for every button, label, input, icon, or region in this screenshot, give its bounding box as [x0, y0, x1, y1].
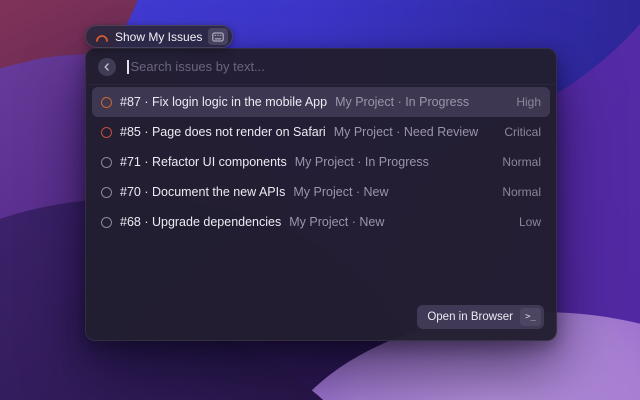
chevron-left-icon	[102, 62, 112, 72]
search-input[interactable]	[129, 59, 545, 74]
issue-title: #70 · Document the new APIs	[120, 185, 285, 199]
back-button[interactable]	[98, 58, 116, 76]
open-in-browser-button[interactable]: Open in Browser >_	[417, 305, 544, 329]
issues-list: #87 · Fix login logic in the mobile App M…	[86, 85, 556, 237]
issue-priority: Normal	[502, 185, 541, 199]
issue-meta: My Project · In Progress	[295, 155, 429, 169]
issues-panel: #87 · Fix login logic in the mobile App M…	[85, 48, 557, 341]
issue-title: #85 · Page does not render on Safari	[120, 125, 326, 139]
issue-row[interactable]: #87 · Fix login logic in the mobile App M…	[92, 87, 550, 117]
arc-logo-icon	[95, 30, 109, 43]
show-my-issues-pill[interactable]: Show My Issues	[85, 25, 233, 48]
issue-row[interactable]: #71 · Refactor UI components My Project ·…	[92, 147, 550, 177]
open-in-browser-label: Open in Browser	[427, 311, 513, 323]
issue-title: #87 · Fix login logic in the mobile App	[120, 95, 327, 109]
issue-title: #71 · Refactor UI components	[120, 155, 287, 169]
issue-priority: Critical	[504, 125, 541, 139]
issue-meta: My Project · In Progress	[335, 95, 469, 109]
issue-status-icon	[101, 97, 112, 108]
issue-meta: My Project · Need Review	[334, 125, 479, 139]
issue-meta: My Project · New	[289, 215, 384, 229]
issue-priority: High	[516, 95, 541, 109]
issue-status-icon	[101, 217, 112, 228]
keyboard-icon[interactable]	[208, 28, 228, 45]
pill-label: Show My Issues	[115, 30, 202, 44]
issue-status-icon	[101, 157, 112, 168]
issue-priority: Low	[519, 215, 541, 229]
issue-meta: My Project · New	[293, 185, 388, 199]
issue-priority: Normal	[502, 155, 541, 169]
issue-status-icon	[101, 187, 112, 198]
search-bar	[86, 49, 556, 85]
issue-row[interactable]: #68 · Upgrade dependencies My Project · N…	[92, 207, 550, 237]
issue-row[interactable]: #70 · Document the new APIs My Project · …	[92, 177, 550, 207]
issue-row[interactable]: #85 · Page does not render on Safari My P…	[92, 117, 550, 147]
issue-status-icon	[101, 127, 112, 138]
issue-title: #68 · Upgrade dependencies	[120, 215, 281, 229]
terminal-prompt-icon: >_	[520, 308, 541, 326]
